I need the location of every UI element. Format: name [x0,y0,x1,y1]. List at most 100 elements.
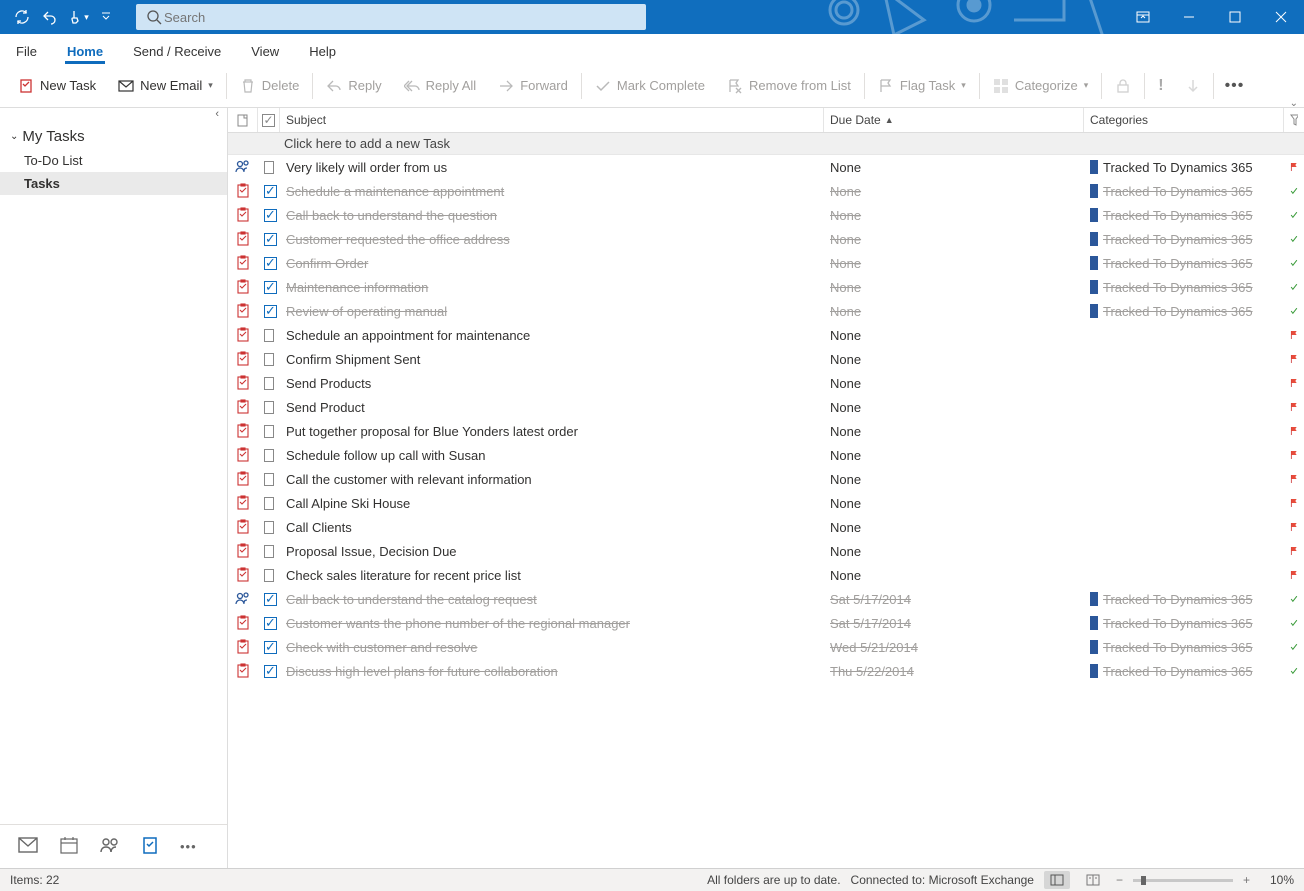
task-row[interactable]: ✓Maintenance informationNoneTracked To D… [228,275,1304,299]
task-row[interactable]: Schedule an appointment for maintenanceN… [228,323,1304,347]
low-importance-button[interactable] [1176,74,1210,98]
col-complete[interactable]: ✓ [258,108,280,132]
task-row[interactable]: ✓Call back to understand the questionNon… [228,203,1304,227]
new-email-button[interactable]: New Email ▾ [108,73,223,99]
row-flag[interactable] [1284,472,1304,486]
qat-customize-button[interactable] [94,5,118,29]
row-checkbox[interactable] [258,329,280,342]
sync-button[interactable] [10,5,34,29]
search-box[interactable] [136,4,646,30]
row-flag[interactable] [1284,664,1304,678]
task-row[interactable]: Call ClientsNone [228,515,1304,539]
col-subject[interactable]: Subject [280,108,824,132]
row-flag[interactable] [1284,592,1304,606]
add-task-row[interactable]: Click here to add a new Task [228,133,1304,155]
view-normal-button[interactable] [1044,871,1070,889]
task-row[interactable]: Send ProductsNone [228,371,1304,395]
nav-tasks-button[interactable] [142,836,158,857]
row-checkbox[interactable] [258,545,280,558]
categorize-button[interactable]: Categorize ▾ [983,73,1098,99]
row-flag[interactable] [1284,256,1304,270]
row-checkbox[interactable] [258,425,280,438]
zoom-out-button[interactable]: − [1116,873,1123,887]
row-checkbox[interactable]: ✓ [258,281,280,294]
sidebar-header-my-tasks[interactable]: ⌄ My Tasks [0,122,227,149]
task-row[interactable]: ✓Confirm OrderNoneTracked To Dynamics 36… [228,251,1304,275]
col-icon[interactable] [228,108,258,132]
menu-file[interactable]: File [14,38,39,64]
flag-task-button[interactable]: Flag Task ▾ [868,73,976,99]
more-button[interactable]: ••• [1217,72,1253,100]
maximize-button[interactable] [1212,0,1258,34]
row-flag[interactable] [1284,424,1304,438]
menu-view[interactable]: View [249,38,281,64]
undo-button[interactable] [38,5,62,29]
row-flag[interactable] [1284,496,1304,510]
menu-send-receive[interactable]: Send / Receive [131,38,223,64]
new-task-button[interactable]: New Task [8,73,106,99]
row-flag[interactable] [1284,208,1304,222]
row-checkbox[interactable]: ✓ [258,305,280,318]
row-checkbox[interactable] [258,353,280,366]
task-row[interactable]: Proposal Issue, Decision DueNone [228,539,1304,563]
row-checkbox[interactable] [258,497,280,510]
row-flag[interactable] [1284,160,1304,174]
row-checkbox[interactable] [258,569,280,582]
row-flag[interactable] [1284,280,1304,294]
row-checkbox[interactable] [258,521,280,534]
reply-all-button[interactable]: Reply All [394,73,487,99]
close-button[interactable] [1258,0,1304,34]
row-flag[interactable] [1284,568,1304,582]
task-row[interactable]: Check sales literature for recent price … [228,563,1304,587]
task-row[interactable]: ✓Review of operating manualNoneTracked T… [228,299,1304,323]
row-flag[interactable] [1284,448,1304,462]
row-flag[interactable] [1284,544,1304,558]
collapse-ribbon-button[interactable]: ⌄ [1290,98,1298,109]
zoom-in-button[interactable]: + [1243,873,1250,887]
minimize-button[interactable] [1166,0,1212,34]
search-input[interactable] [162,9,636,26]
row-checkbox[interactable]: ✓ [258,257,280,270]
task-row[interactable]: Call the customer with relevant informat… [228,467,1304,491]
task-row[interactable]: ✓Schedule a maintenance appointmentNoneT… [228,179,1304,203]
ribbon-display-button[interactable] [1120,0,1166,34]
row-checkbox[interactable]: ✓ [258,593,280,606]
row-flag[interactable] [1284,616,1304,630]
row-flag[interactable] [1284,304,1304,318]
collapse-sidebar-button[interactable]: ‹ [0,108,227,122]
menu-help[interactable]: Help [307,38,338,64]
task-row[interactable]: ✓Customer requested the office addressNo… [228,227,1304,251]
row-flag[interactable] [1284,328,1304,342]
nav-people-button[interactable] [100,837,120,856]
remove-from-list-button[interactable]: Remove from List [717,73,861,99]
task-row[interactable]: ✓Customer wants the phone number of the … [228,611,1304,635]
high-importance-button[interactable]: ! [1148,72,1173,100]
view-reading-button[interactable] [1080,871,1106,889]
task-row[interactable]: Send ProductNone [228,395,1304,419]
row-checkbox[interactable] [258,473,280,486]
task-row[interactable]: Confirm Shipment SentNone [228,347,1304,371]
task-row[interactable]: Put together proposal for Blue Yonders l… [228,419,1304,443]
task-row[interactable]: Very likely will order from usNoneTracke… [228,155,1304,179]
row-checkbox[interactable]: ✓ [258,665,280,678]
task-row[interactable]: ✓Discuss high level plans for future col… [228,659,1304,683]
row-checkbox[interactable] [258,377,280,390]
sidebar-item-todo-list[interactable]: To-Do List [0,149,227,172]
menu-home[interactable]: Home [65,38,105,64]
nav-more-button[interactable]: ••• [180,839,197,854]
touch-mode-button[interactable]: ▾ [66,5,90,29]
row-checkbox[interactable]: ✓ [258,185,280,198]
row-flag[interactable] [1284,520,1304,534]
task-row[interactable]: Call Alpine Ski HouseNone [228,491,1304,515]
nav-calendar-button[interactable] [60,836,78,857]
row-checkbox[interactable] [258,449,280,462]
forward-button[interactable]: Forward [488,73,578,99]
task-row[interactable]: ✓Call back to understand the catalog req… [228,587,1304,611]
row-flag[interactable] [1284,232,1304,246]
nav-mail-button[interactable] [18,837,38,856]
row-flag[interactable] [1284,376,1304,390]
col-flag[interactable] [1284,108,1304,132]
delete-button[interactable]: Delete [230,73,310,99]
reply-button[interactable]: Reply [316,73,391,99]
row-checkbox[interactable] [258,401,280,414]
